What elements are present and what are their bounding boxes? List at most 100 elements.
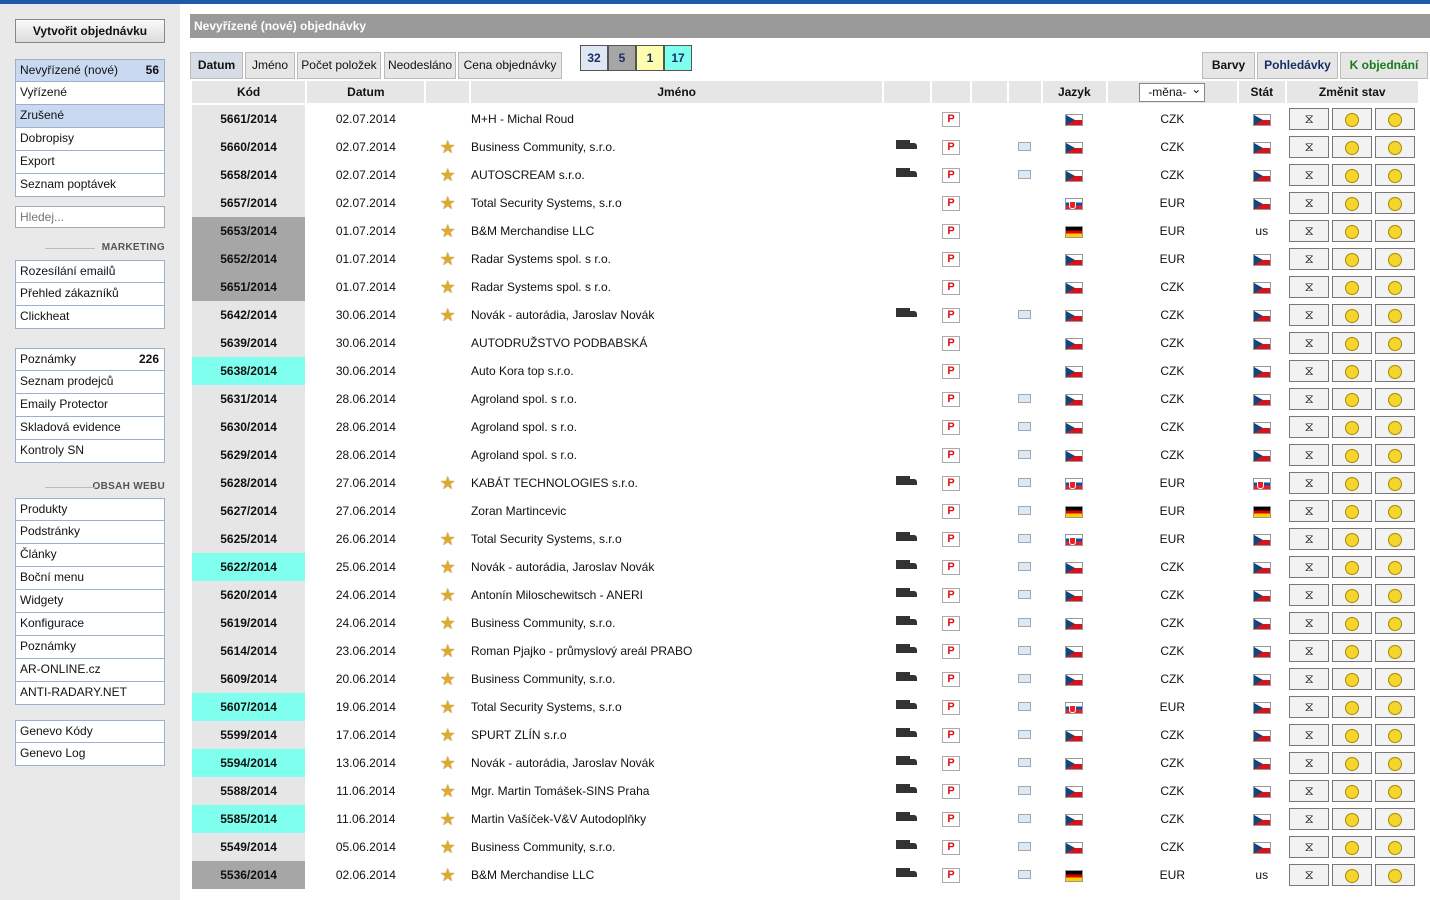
p-icon[interactable]: P	[942, 560, 961, 575]
status-done-button[interactable]	[1332, 248, 1373, 270]
status-pending-button[interactable]: ⧖	[1289, 444, 1330, 466]
order-code[interactable]: 5627/2014	[192, 497, 306, 525]
customer-name[interactable]: Antonín Miloschewitsch - ANERI	[471, 581, 882, 609]
star-icon[interactable]: ★	[440, 809, 456, 829]
customer-name[interactable]: B&M Merchandise LLC	[471, 217, 882, 245]
status-done-button[interactable]	[1332, 808, 1373, 830]
customer-name[interactable]: Martin Vašíček-V&V Autodoplňky	[471, 805, 882, 833]
tab-sort[interactable]: Cena objednávky	[458, 52, 562, 79]
order-code[interactable]: 5658/2014	[192, 161, 306, 189]
status-cancel-button[interactable]	[1375, 500, 1416, 522]
status-done-button[interactable]	[1332, 724, 1373, 746]
status-pending-button[interactable]: ⧖	[1289, 164, 1330, 186]
tab-sort[interactable]: Jméno	[245, 52, 295, 79]
table-row[interactable]: 5653/2014 01.07.2014 ★ B&M Merchandise LLC P…	[192, 217, 1418, 245]
customer-name[interactable]: Novák - autorádia, Jaroslav Novák	[471, 749, 882, 777]
status-done-button[interactable]	[1332, 108, 1373, 130]
order-code[interactable]: 5642/2014	[192, 301, 306, 329]
order-code[interactable]: 5536/2014	[192, 861, 306, 889]
order-code[interactable]: 5629/2014	[192, 441, 306, 469]
status-cancel-button[interactable]	[1375, 640, 1416, 662]
sidebar-item[interactable]: Genevo Kódy	[15, 720, 165, 743]
order-code[interactable]: 5609/2014	[192, 665, 306, 693]
table-row[interactable]: 5588/2014 11.06.2014 ★ Mgr. Martin Tomášek-…	[192, 777, 1418, 805]
status-cancel-button[interactable]	[1375, 752, 1416, 774]
status-done-button[interactable]	[1332, 640, 1373, 662]
status-pending-button[interactable]: ⧖	[1289, 612, 1330, 634]
table-row[interactable]: 5631/2014 28.06.2014 Agroland spol. s r.o.…	[192, 385, 1418, 413]
sidebar-item[interactable]: Skladová evidence	[15, 417, 165, 440]
table-row[interactable]: 5627/2014 27.06.2014 Zoran Martincevic P EUR…	[192, 497, 1418, 525]
order-code[interactable]: 5652/2014	[192, 245, 306, 273]
header-jazyk[interactable]: Jazyk	[1042, 81, 1106, 105]
table-row[interactable]: 5620/2014 24.06.2014 ★ Antonín Miloschewits…	[192, 581, 1418, 609]
p-icon[interactable]: P	[942, 784, 961, 799]
order-code[interactable]: 5599/2014	[192, 721, 306, 749]
order-code[interactable]: 5630/2014	[192, 413, 306, 441]
table-row[interactable]: 5661/2014 02.07.2014 M+H - Michal Roud P CZK…	[192, 105, 1418, 133]
status-pending-button[interactable]: ⧖	[1289, 192, 1330, 214]
order-code[interactable]: 5549/2014	[192, 833, 306, 861]
status-cancel-button[interactable]	[1375, 360, 1416, 382]
star-icon[interactable]: ★	[440, 669, 456, 689]
status-pending-button[interactable]: ⧖	[1289, 836, 1330, 858]
p-icon[interactable]: P	[942, 588, 961, 603]
status-done-button[interactable]	[1332, 500, 1373, 522]
status-pending-button[interactable]: ⧖	[1289, 472, 1330, 494]
status-cancel-button[interactable]	[1375, 472, 1416, 494]
customer-name[interactable]: Radar Systems spol. s r.o.	[471, 273, 882, 301]
p-icon[interactable]: P	[942, 364, 961, 379]
status-pending-button[interactable]: ⧖	[1289, 304, 1330, 326]
sidebar-item[interactable]: Genevo Log	[15, 743, 165, 766]
sidebar-item[interactable]: Dobropisy	[15, 128, 165, 151]
table-row[interactable]: 5629/2014 28.06.2014 Agroland spol. s r.o.…	[192, 441, 1418, 469]
table-row[interactable]: 5660/2014 02.07.2014 ★ Business Community, …	[192, 133, 1418, 161]
customer-name[interactable]: Business Community, s.r.o.	[471, 133, 882, 161]
customer-name[interactable]: Business Community, s.r.o.	[471, 665, 882, 693]
status-pending-button[interactable]: ⧖	[1289, 780, 1330, 802]
sidebar-item[interactable]: Nevyřízené (nové) 56	[15, 59, 165, 82]
p-icon[interactable]: P	[942, 392, 961, 407]
status-done-button[interactable]	[1332, 836, 1373, 858]
star-icon[interactable]: ★	[440, 193, 456, 213]
status-pending-button[interactable]: ⧖	[1289, 248, 1330, 270]
star-icon[interactable]: ★	[440, 305, 456, 325]
status-pending-button[interactable]: ⧖	[1289, 528, 1330, 550]
star-icon[interactable]: ★	[440, 529, 456, 549]
order-code[interactable]: 5620/2014	[192, 581, 306, 609]
sidebar-item[interactable]: Přehled zákazníků	[15, 283, 165, 306]
table-row[interactable]: 5619/2014 24.06.2014 ★ Business Community, …	[192, 609, 1418, 637]
status-cancel-button[interactable]	[1375, 836, 1416, 858]
status-cancel-button[interactable]	[1375, 668, 1416, 690]
p-icon[interactable]: P	[942, 196, 961, 211]
star-icon[interactable]: ★	[440, 165, 456, 185]
star-icon[interactable]: ★	[440, 137, 456, 157]
status-cancel-button[interactable]	[1375, 584, 1416, 606]
status-done-button[interactable]	[1332, 864, 1373, 886]
p-icon[interactable]: P	[942, 672, 961, 687]
customer-name[interactable]: AUTODRUŽSTVO PODBABSKÁ	[471, 329, 882, 357]
color-count-box[interactable]: 1	[636, 45, 664, 71]
tab-sort[interactable]: Počet položek	[297, 52, 381, 79]
order-code[interactable]: 5660/2014	[192, 133, 306, 161]
status-cancel-button[interactable]	[1375, 304, 1416, 326]
tab-sort[interactable]: Datum	[190, 52, 243, 79]
table-row[interactable]: 5657/2014 02.07.2014 ★ Total Security Syste…	[192, 189, 1418, 217]
order-code[interactable]: 5631/2014	[192, 385, 306, 413]
status-cancel-button[interactable]	[1375, 332, 1416, 354]
customer-name[interactable]: Novák - autorádia, Jaroslav Novák	[471, 553, 882, 581]
status-pending-button[interactable]: ⧖	[1289, 500, 1330, 522]
sidebar-item[interactable]: Produkty	[15, 498, 165, 521]
status-done-button[interactable]	[1332, 276, 1373, 298]
status-pending-button[interactable]: ⧖	[1289, 136, 1330, 158]
header-stat[interactable]: Stát	[1239, 81, 1285, 105]
customer-name[interactable]: Total Security Systems, s.r.o	[471, 693, 882, 721]
order-code[interactable]: 5638/2014	[192, 357, 306, 385]
status-done-button[interactable]	[1332, 164, 1373, 186]
order-code[interactable]: 5657/2014	[192, 189, 306, 217]
status-pending-button[interactable]: ⧖	[1289, 668, 1330, 690]
star-icon[interactable]: ★	[440, 781, 456, 801]
status-pending-button[interactable]: ⧖	[1289, 640, 1330, 662]
table-row[interactable]: 5599/2014 17.06.2014 ★ SPURT ZLÍN s.r.o P CZK…	[192, 721, 1418, 749]
star-icon[interactable]: ★	[440, 865, 456, 885]
